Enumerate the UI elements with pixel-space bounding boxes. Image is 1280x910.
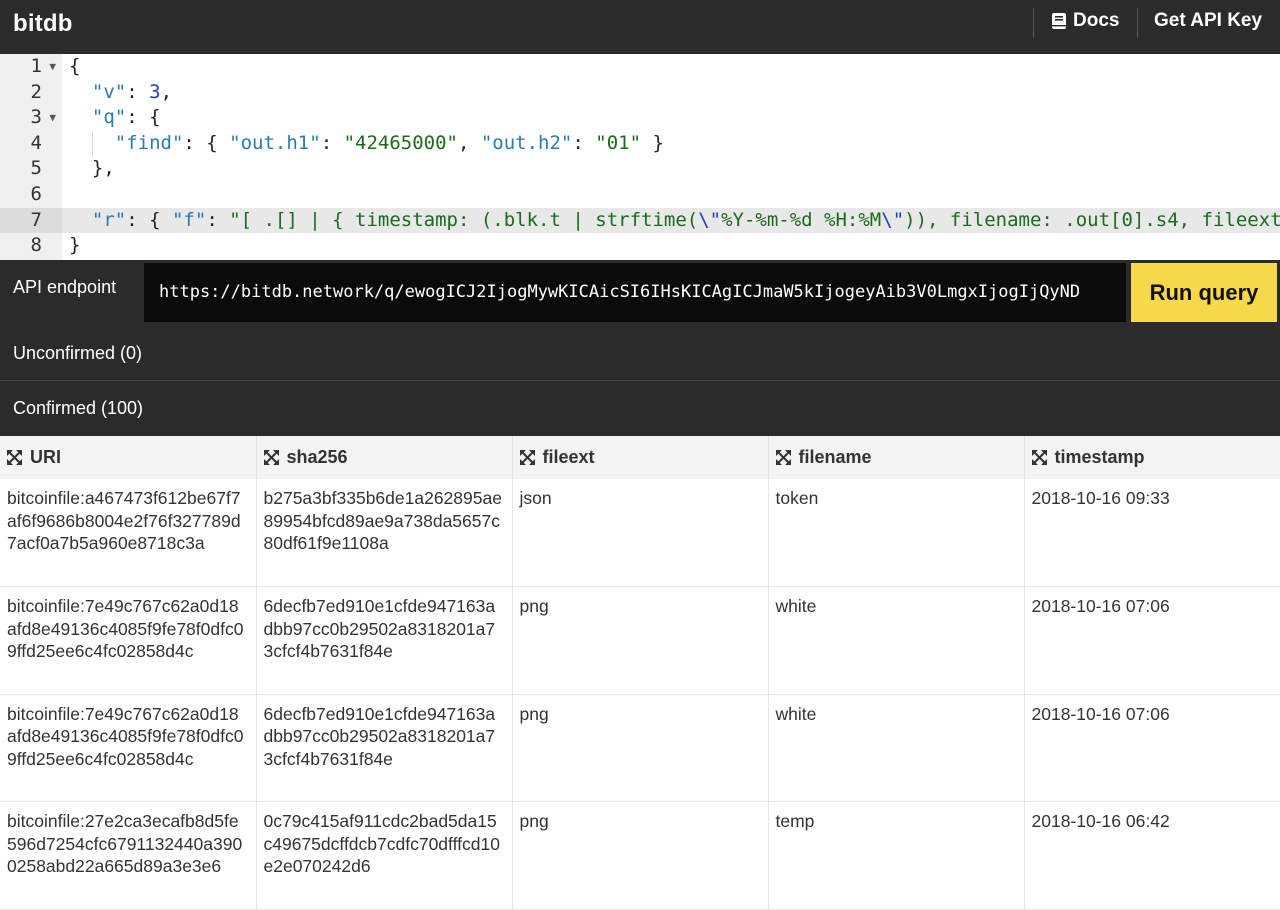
brand-logo[interactable]: bitdb [13, 10, 73, 38]
line-number: 5 [30, 157, 42, 180]
line-number: 7 [0, 207, 62, 234]
cell-sha256: 6decfb7ed910e1cfde947163adbb97cc0b29502a… [256, 586, 513, 695]
table-row[interactable]: bitcoinfile:27e2ca3ecafb8d5fe596d7254cfc… [0, 801, 1280, 910]
docs-label: Docs [1073, 10, 1120, 31]
line-number: 1 ▼ [0, 54, 62, 80]
confirmed-section-header[interactable]: Confirmed (100) [0, 381, 1280, 436]
line-number: 6 [30, 183, 42, 205]
top-navbar: bitdb Docs Get API Key [0, 0, 1280, 54]
unconfirmed-section-header[interactable]: Unconfirmed (0) [0, 326, 1280, 380]
cell-fileext: png [512, 694, 769, 802]
results-table-container: URI sha256 fileext filename timestamp bi… [0, 436, 1280, 910]
column-header-uri[interactable]: URI [0, 436, 257, 479]
line-number: 3 ▼ [0, 105, 62, 131]
expand-arrows-icon[interactable] [775, 449, 792, 466]
cell-fileext: json [512, 479, 769, 587]
editor-line[interactable]: 6 [0, 182, 1280, 208]
editor-line[interactable]: 5 }, [0, 156, 1280, 182]
cell-timestamp: 2018-10-16 09:33 [1024, 479, 1280, 587]
cell-uri: bitcoinfile:a467473f612be67f7af6f9686b80… [0, 479, 257, 587]
editor-line[interactable]: 4 "find": { "out.h1": "42465000", "out.h… [0, 130, 1280, 157]
cell-sha256: b275a3bf335b6de1a262895ae89954bfcd89ae9a… [256, 479, 513, 587]
cell-filename: token [768, 479, 1025, 587]
nav-divider [1137, 8, 1138, 38]
get-api-key-label: Get API Key [1154, 10, 1263, 31]
column-header-sha256[interactable]: sha256 [256, 436, 513, 479]
book-icon [1052, 13, 1066, 29]
line-number: 8 [30, 234, 42, 257]
cell-filename: white [768, 586, 1025, 695]
editor-line[interactable]: 1 ▼ { [0, 54, 1280, 80]
expand-arrows-icon[interactable] [6, 449, 23, 466]
cell-uri: bitcoinfile:7e49c767c62a0d18afd8e49136c4… [0, 694, 257, 802]
expand-arrows-icon[interactable] [263, 449, 280, 466]
editor-line-active[interactable]: 7 "r": { "f": "[ .[] | { timestamp: (.bl… [0, 207, 1280, 234]
column-header-fileext[interactable]: fileext [512, 436, 769, 479]
run-query-button[interactable]: Run query [1131, 263, 1277, 322]
expand-arrows-icon[interactable] [1031, 449, 1048, 466]
editor-line[interactable]: 3 ▼ "q": { [0, 105, 1280, 131]
editor-line[interactable]: 8 } [0, 233, 1280, 259]
cell-fileext: png [512, 586, 769, 695]
get-api-key-link[interactable]: Get API Key [1154, 10, 1262, 32]
api-endpoint-url[interactable]: https://bitdb.network/q/ewogICJ2IjogMywK… [144, 263, 1126, 322]
cell-filename: temp [768, 801, 1025, 910]
table-header-row: URI sha256 fileext filename timestamp [0, 436, 1280, 479]
expand-arrows-icon[interactable] [519, 449, 536, 466]
api-endpoint-label: API endpoint [13, 277, 117, 297]
fold-arrow-icon[interactable]: ▼ [49, 105, 56, 131]
nav-divider [1033, 8, 1034, 38]
docs-link[interactable]: Docs [1051, 10, 1119, 32]
table-row[interactable]: bitcoinfile:7e49c767c62a0d18afd8e49136c4… [0, 586, 1280, 695]
cell-uri: bitcoinfile:7e49c767c62a0d18afd8e49136c4… [0, 586, 257, 695]
cell-timestamp: 2018-10-16 06:42 [1024, 801, 1280, 910]
table-row[interactable]: bitcoinfile:7e49c767c62a0d18afd8e49136c4… [0, 694, 1280, 802]
cell-fileext: png [512, 801, 769, 910]
query-editor[interactable]: 1 ▼ { 2 "v": 3, 3 ▼ "q": { 4 "find": { "ou… [0, 54, 1280, 260]
line-number: 2 [30, 80, 42, 103]
cell-timestamp: 2018-10-16 07:06 [1024, 586, 1280, 695]
line-number: 4 [30, 131, 42, 154]
cell-sha256: 0c79c415af911cdc2bad5da15c49675dcffdcb7c… [256, 801, 513, 910]
cell-sha256: 6decfb7ed910e1cfde947163adbb97cc0b29502a… [256, 694, 513, 802]
column-header-timestamp[interactable]: timestamp [1024, 436, 1280, 479]
editor-line[interactable]: 2 "v": 3, [0, 80, 1280, 106]
results-table: URI sha256 fileext filename timestamp bi… [0, 436, 1280, 910]
api-endpoint-bar: API endpoint https://bitdb.network/q/ewo… [0, 260, 1280, 326]
cell-timestamp: 2018-10-16 07:06 [1024, 694, 1280, 802]
column-header-filename[interactable]: filename [768, 436, 1025, 479]
cell-uri: bitcoinfile:27e2ca3ecafb8d5fe596d7254cfc… [0, 801, 257, 910]
table-row[interactable]: bitcoinfile:a467473f612be67f7af6f9686b80… [0, 479, 1280, 587]
cell-filename: white [768, 694, 1025, 802]
fold-arrow-icon[interactable]: ▼ [49, 54, 56, 80]
